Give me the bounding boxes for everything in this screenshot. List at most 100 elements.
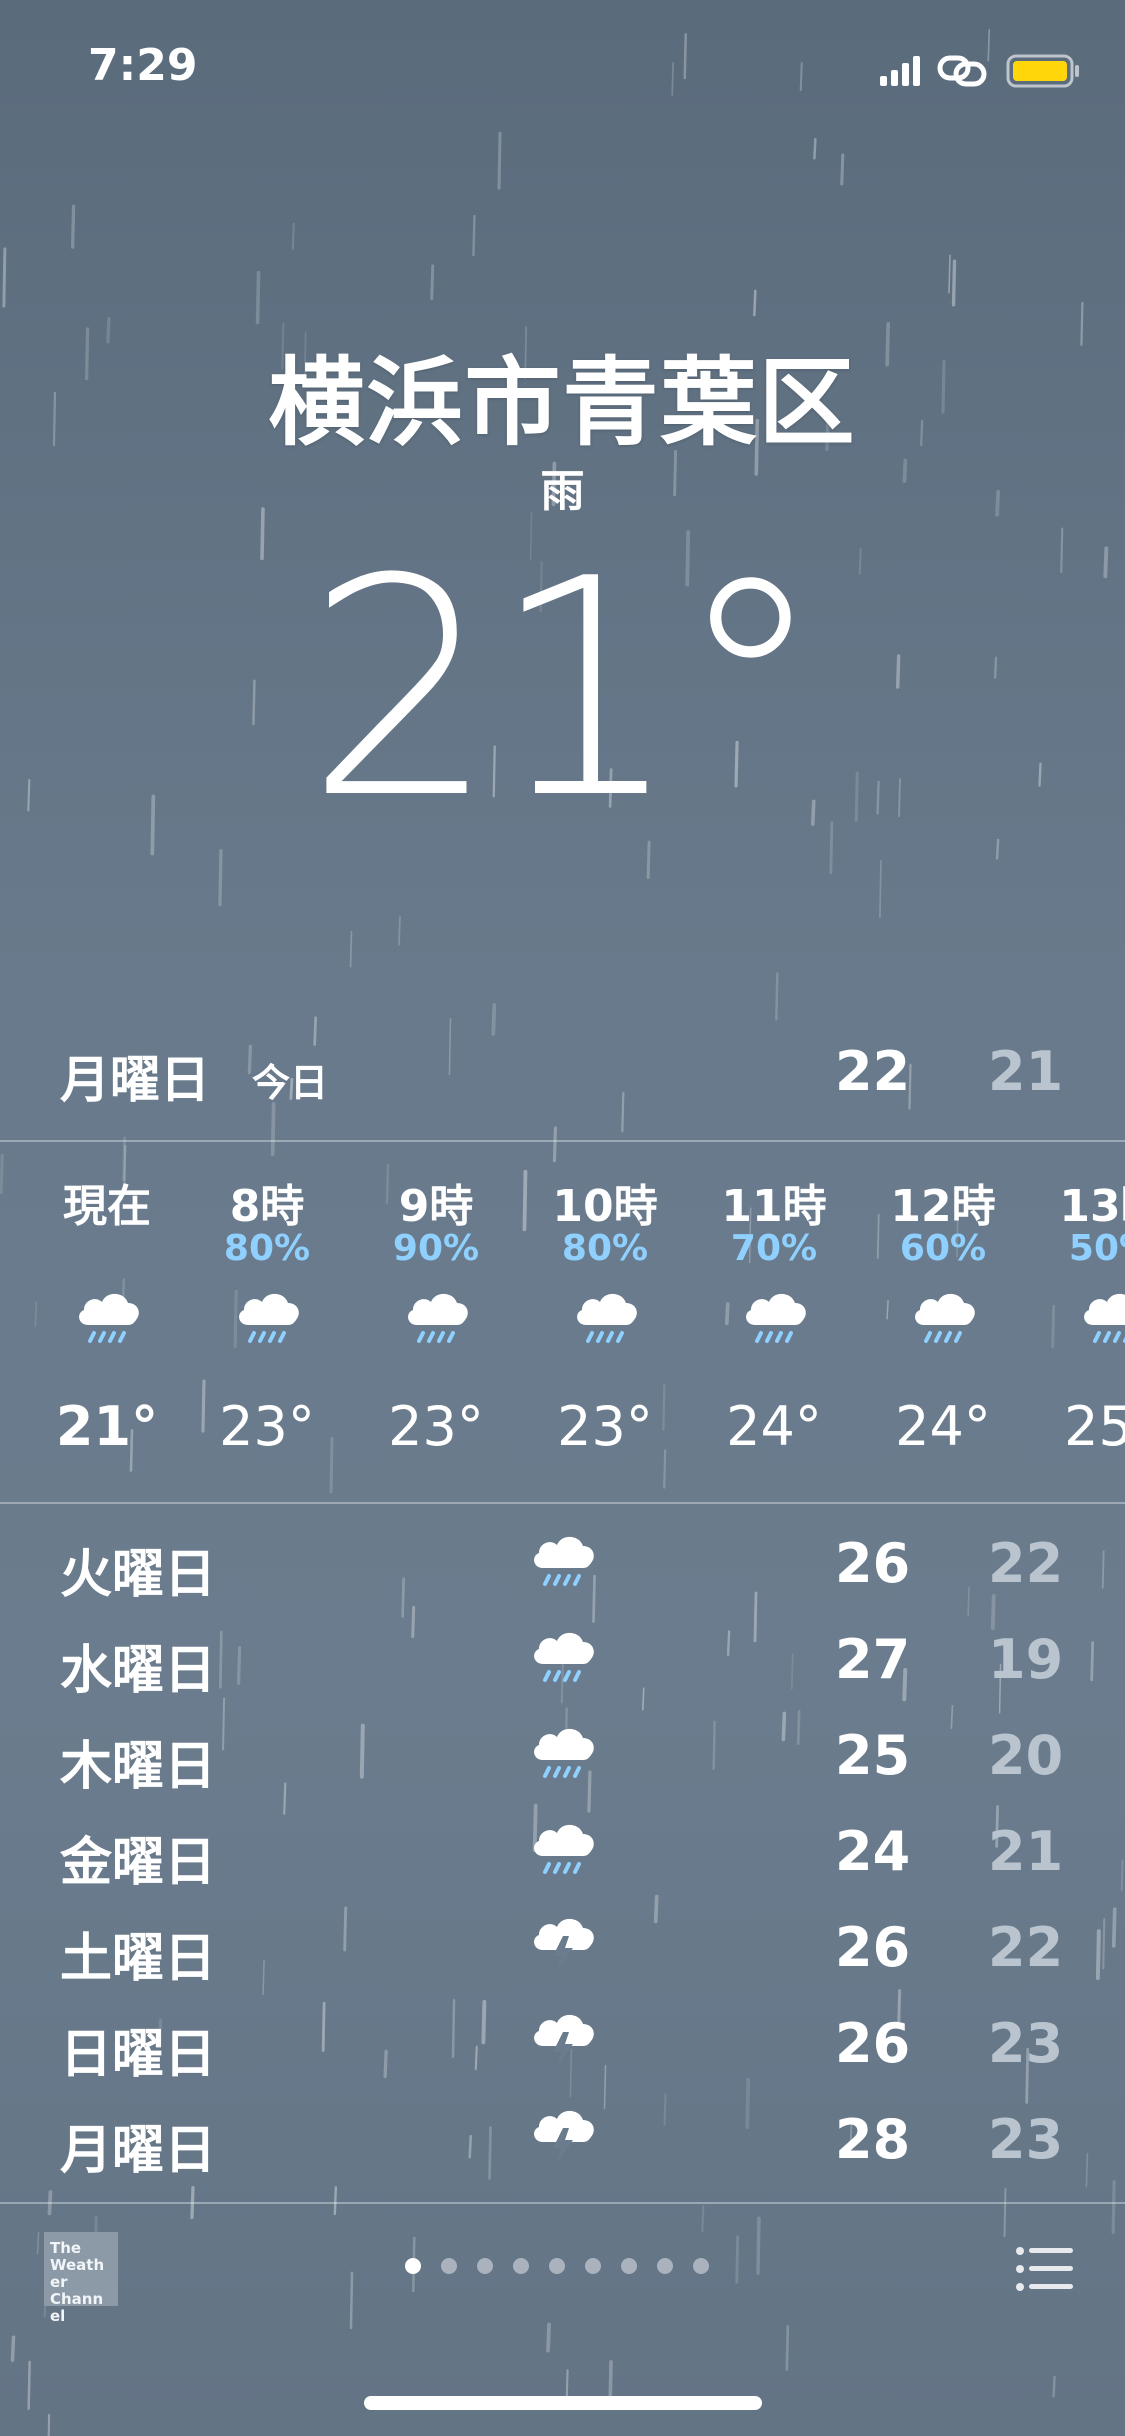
rain-streak	[313, 1016, 317, 1046]
rain-streak	[218, 849, 223, 907]
rain-cloud-icon	[1077, 1285, 1125, 1349]
day-high: 24	[835, 1820, 911, 1883]
hour-temperature: 24°	[895, 1395, 991, 1458]
day-high: 26	[835, 2012, 911, 2075]
hour-precipitation: 50%	[1068, 1228, 1125, 1269]
rain-streak	[753, 289, 757, 317]
rain-cloud-icon	[908, 1285, 980, 1349]
hour-time: 8時	[229, 1181, 305, 1232]
page-dot	[693, 2258, 709, 2274]
rain-cloud-icon	[527, 1620, 599, 1692]
rain-streak	[948, 254, 951, 294]
rain-streak	[27, 2360, 31, 2410]
rain-cloud-icon	[527, 1812, 599, 1884]
day-low: 22	[988, 1916, 1064, 1979]
daily-row: 土曜日 26 22	[0, 1902, 1125, 1998]
day-high: 25	[835, 1724, 911, 1787]
hour-temperature: 23°	[557, 1395, 653, 1458]
home-indicator[interactable]	[364, 2396, 762, 2410]
divider-middle	[0, 1502, 1125, 1504]
daily-row: 火曜日 26 22	[0, 1518, 1125, 1614]
rain-streak	[255, 270, 261, 325]
today-high: 22	[835, 1040, 911, 1103]
rain-streak	[247, 1044, 253, 1075]
hour-precipitation: 90%	[392, 1228, 480, 1269]
rain-streak	[398, 915, 401, 946]
page-dot	[657, 2258, 673, 2274]
rain-streak	[349, 2271, 354, 2330]
personal-hotspot-icon	[937, 55, 987, 87]
day-name: 日曜日	[60, 2025, 217, 2085]
day-low: 20	[988, 1724, 1064, 1787]
status-time: 7:29	[88, 40, 198, 91]
thunderstorm-icon	[527, 2004, 599, 2076]
day-low: 23	[988, 2108, 1064, 2171]
rain-cloud-icon	[739, 1285, 811, 1349]
hour-time: 13時	[1059, 1181, 1125, 1232]
day-high: 26	[835, 1532, 911, 1595]
page-dot	[621, 2258, 637, 2274]
logo-text: The Weather Channel	[50, 2239, 105, 2325]
day-name: 土曜日	[60, 1929, 217, 1989]
day-high: 27	[835, 1628, 911, 1691]
daily-forecast: 火曜日 26 22 水曜日 27 19 木曜日 25 20 金曜日 24 21 …	[0, 1518, 1125, 2198]
rain-cloud-icon	[527, 1524, 599, 1596]
rain-streak	[995, 838, 1000, 860]
rain-streak	[497, 131, 502, 190]
day-name: 火曜日	[60, 1545, 217, 1605]
rain-streak	[799, 62, 803, 92]
page-dot	[405, 2258, 421, 2274]
rain-streak	[621, 1091, 625, 1133]
rain-streak	[701, 2204, 705, 2233]
battery-icon	[1006, 54, 1079, 88]
day-low: 19	[988, 1628, 1064, 1691]
rain-cloud-icon	[232, 1285, 304, 1349]
page-dot	[441, 2258, 457, 2274]
day-high: 28	[835, 2108, 911, 2171]
day-low: 22	[988, 1532, 1064, 1595]
rain-streak	[36, 2231, 40, 2255]
divider-bottom	[0, 2202, 1125, 2204]
hourly-forecast[interactable]: 現在 21° 8時 80% 23° 9時 90% 23° 10時 80% 23°…	[0, 1140, 1125, 1500]
hour-time: 12時	[890, 1181, 996, 1232]
rain-streak	[10, 2335, 16, 2362]
status-icons	[880, 54, 1079, 88]
rain-streak	[546, 2322, 551, 2353]
current-condition: 雨	[540, 466, 585, 517]
hour-temperature: 24°	[726, 1395, 822, 1458]
day-name: 木曜日	[60, 1737, 217, 1797]
weather-channel-logo[interactable]: The Weather Channel	[44, 2232, 118, 2325]
thunderstorm-icon	[527, 2100, 599, 2172]
rain-streak	[448, 1017, 452, 1076]
list-icon[interactable]	[1015, 2245, 1075, 2293]
rain-streak	[70, 204, 76, 249]
day-low: 21	[988, 1820, 1064, 1883]
day-name: 月曜日	[60, 2121, 217, 2181]
day-high: 26	[835, 1916, 911, 1979]
rain-streak	[430, 264, 435, 301]
page-dot	[585, 2258, 601, 2274]
page-dot	[549, 2258, 565, 2274]
hour-precipitation: 80%	[561, 1228, 649, 1269]
daily-row: 日曜日 26 23	[0, 1998, 1125, 2094]
daily-row: 水曜日 27 19	[0, 1614, 1125, 1710]
today-label: 今日	[252, 1061, 329, 1105]
current-temperature: 21°	[305, 515, 826, 864]
hour-time: 現在	[63, 1181, 151, 1232]
rain-streak	[735, 2235, 740, 2284]
rain-streak	[291, 222, 295, 251]
hour-precipitation: 60%	[899, 1228, 987, 1269]
page-dot	[513, 2258, 529, 2274]
rain-streak	[756, 2216, 761, 2275]
today-day: 月曜日	[60, 1051, 210, 1109]
day-name: 金曜日	[60, 1833, 217, 1893]
hour-precipitation: 70%	[730, 1228, 818, 1269]
rain-streak	[349, 930, 353, 968]
hour-time: 10時	[552, 1181, 658, 1232]
rain-streak	[2, 247, 7, 308]
rain-streak	[879, 860, 882, 919]
signal-icon	[880, 56, 920, 86]
rain-streak	[683, 33, 687, 80]
hour-temperature: 23°	[388, 1395, 484, 1458]
today-low: 21	[988, 1040, 1064, 1103]
